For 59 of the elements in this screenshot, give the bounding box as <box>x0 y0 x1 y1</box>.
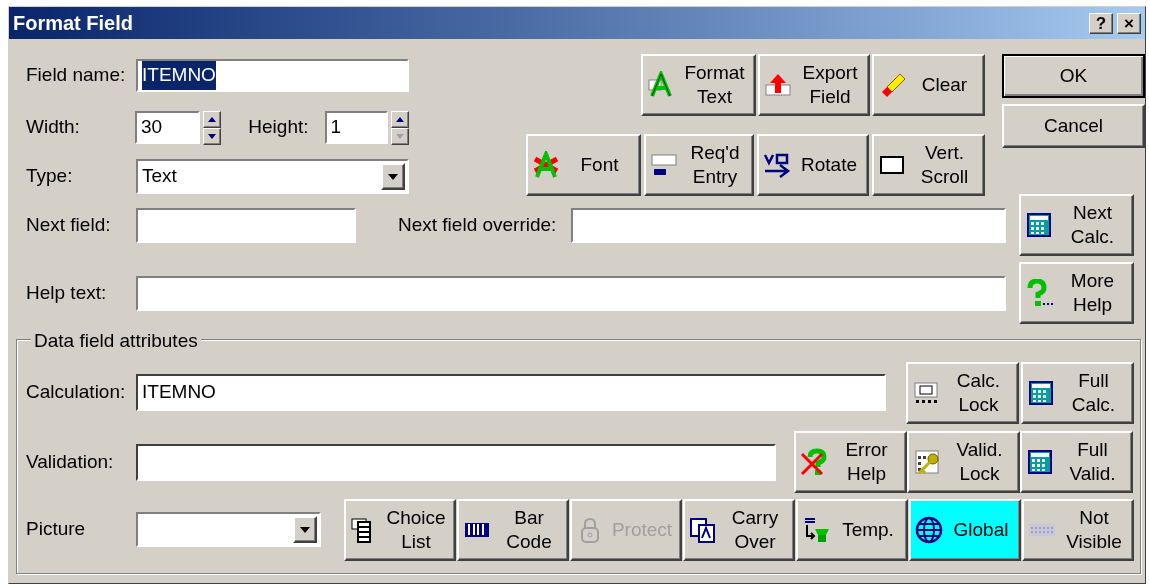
field-label: Next field override: <box>398 212 558 237</box>
close-button[interactable]: × <box>1117 12 1141 34</box>
field-label: Calculation: <box>26 380 127 405</box>
tool-button[interactable]: Choice List <box>344 498 456 561</box>
tool-button[interactable]: Vert. Scroll <box>872 134 985 196</box>
spin-up-button[interactable] <box>203 110 222 128</box>
down-arrow-icon <box>206 131 219 141</box>
tool-button[interactable]: Format Text <box>641 54 756 116</box>
ok-button[interactable]: OK <box>1002 54 1145 98</box>
dropdown[interactable] <box>136 512 321 547</box>
tool-button[interactable]: Font <box>526 134 641 196</box>
input-field[interactable]: ITEMNO <box>136 59 409 92</box>
field-label: Type: <box>26 164 74 189</box>
field-label: Height: <box>248 115 310 140</box>
key-icon <box>913 448 941 476</box>
field-label: Help text: <box>26 280 108 305</box>
window-title: Format Field <box>13 11 133 36</box>
copy-pages-icon <box>689 515 717 544</box>
tool-button[interactable]: Error Help <box>794 431 907 493</box>
rotate-arrow-icon <box>763 151 791 179</box>
tool-button[interactable]: Clear <box>872 54 985 116</box>
input-field[interactable]: 30 <box>134 111 201 144</box>
down-arrow-icon <box>394 131 406 141</box>
calculator-icon <box>1026 448 1054 476</box>
field-label: Field name: <box>26 63 127 88</box>
tool-button[interactable]: More Help <box>1019 262 1134 324</box>
field-label: Next field: <box>26 212 112 237</box>
tool-button[interactable]: Rotate <box>757 134 869 196</box>
field-label: Picture <box>26 517 87 542</box>
field-label: Validation: <box>26 449 115 474</box>
tool-button[interactable]: Global <box>909 498 1021 561</box>
temp-icon <box>802 515 830 544</box>
cancel-button[interactable]: Cancel <box>1002 104 1145 148</box>
spin-up-button[interactable] <box>391 110 409 128</box>
dropdown-arrow-icon <box>299 525 311 534</box>
tool-button[interactable]: Not Visible <box>1022 498 1134 561</box>
error-help-icon <box>800 448 828 476</box>
help-icon <box>1025 279 1053 307</box>
tool-button[interactable]: Req'd Entry <box>644 134 754 196</box>
tool-button[interactable]: Full Valid. <box>1020 431 1133 493</box>
tool-button[interactable]: Export Field <box>758 54 870 116</box>
globe-icon <box>915 515 943 544</box>
dropdown-arrow-icon <box>387 172 399 181</box>
dropdown[interactable]: Text <box>136 159 409 194</box>
font-icon <box>532 151 560 179</box>
input-field[interactable]: 1 <box>324 111 388 144</box>
input-field[interactable]: ITEMNO <box>136 374 886 411</box>
tool-button[interactable]: Full Calc. <box>1021 361 1134 424</box>
help-button[interactable]: ? <box>1089 12 1113 34</box>
tool-button[interactable]: Next Calc. <box>1019 194 1134 256</box>
calculator-icon <box>1025 211 1053 239</box>
tool-button[interactable]: Bar Code <box>457 498 569 561</box>
tool-button[interactable]: Carry Over <box>683 498 795 561</box>
format-text-icon <box>647 71 675 99</box>
tool-button[interactable]: Calc. Lock <box>906 361 1019 424</box>
tool-button[interactable]: Temp. <box>796 498 908 561</box>
tool-button[interactable]: Valid. Lock <box>907 431 1020 493</box>
field-label: Width: <box>26 115 81 140</box>
calculator-icon <box>1027 378 1055 407</box>
